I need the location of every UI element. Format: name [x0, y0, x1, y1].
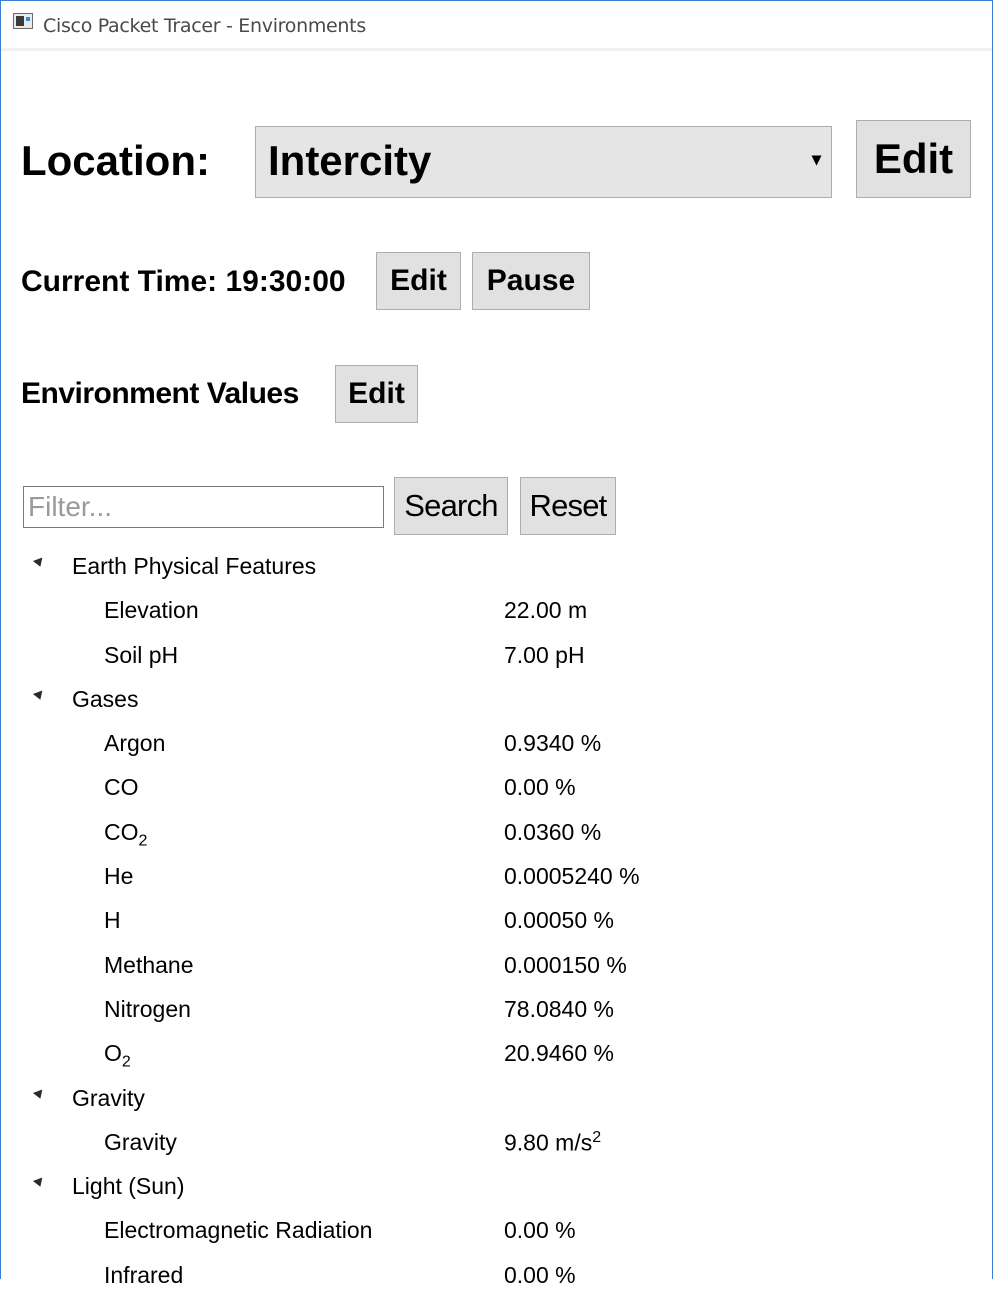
environment-values-label: Environment Values [21, 377, 299, 410]
tree-item-value: 0.00 % [504, 1261, 576, 1288]
tree-item-value: 0.00 % [504, 1217, 576, 1244]
tree-group-label: Earth Physical Features [72, 553, 317, 579]
current-time-label: Current Time: 19:30:00 [21, 265, 346, 298]
tree-group-label: Gravity [72, 1084, 145, 1111]
filter-input[interactable] [23, 486, 384, 528]
tree-item-name: Soil pH [104, 641, 179, 668]
tree-item-row[interactable]: CO 0.00 % [1, 766, 991, 810]
tree-item-row[interactable]: H 0.00050 % [1, 899, 991, 943]
tree-group-row[interactable]: Earth Physical Features [1, 545, 991, 589]
tree-group-label: Gases [72, 685, 139, 712]
location-select[interactable]: Intercity ▾ [255, 126, 832, 198]
app-icon [13, 13, 33, 29]
tree-item-name: Gravity [104, 1128, 177, 1155]
tree-item-name: Infrared [104, 1261, 184, 1288]
tree-item-row[interactable]: CO2 0.0360 % [1, 811, 991, 855]
time-edit-button[interactable]: Edit [376, 252, 461, 310]
tree-item-row[interactable]: Infrared 0.00 % [1, 1254, 991, 1298]
environment-tree: Earth Physical Features Elevation 22.00 m S… [1, 545, 991, 1298]
tree-item-name: CO2 [104, 818, 148, 850]
search-button[interactable]: Search [394, 477, 508, 535]
tree-item-value: 0.0360 % [504, 818, 602, 845]
environments-window: Cisco Packet Tracer - Environments Locat… [0, 0, 993, 1288]
expand-triangle-icon[interactable] [32, 557, 46, 569]
location-selected-value: Intercity [268, 137, 432, 184]
tree-item-row[interactable]: O2 20.9460 % [1, 1032, 991, 1076]
title-bar: Cisco Packet Tracer - Environments [1, 1, 992, 51]
tree-item-value: 7.00 pH [504, 641, 585, 668]
tree-item-name: He [104, 863, 134, 890]
tree-item-row[interactable]: Argon 0.9340 % [1, 722, 991, 766]
tree-item-value: 9.80 m/s2 [504, 1128, 602, 1156]
tree-item-row[interactable]: Electromagnetic Radiation 0.00 % [1, 1209, 991, 1253]
tree-item-row[interactable]: Gravity 9.80 m/s2 [1, 1121, 991, 1165]
expand-triangle-icon[interactable] [32, 1177, 46, 1189]
tree-item-name: CO [104, 774, 139, 801]
tree-item-name: Argon [104, 730, 166, 757]
tree-item-row[interactable]: Methane 0.000150 % [1, 944, 991, 988]
tree-group-row[interactable]: Gravity [1, 1077, 991, 1121]
tree-group-row[interactable]: Gases [1, 678, 991, 722]
tree-item-row[interactable]: He 0.0005240 % [1, 855, 991, 899]
tree-item-row[interactable]: Nitrogen 78.0840 % [1, 988, 991, 1032]
tree-group-label: Light (Sun) [72, 1173, 185, 1200]
tree-item-name: Electromagnetic Radiation [104, 1217, 373, 1244]
tree-item-row[interactable]: Soil pH 7.00 pH [1, 634, 991, 678]
tree-item-value: 78.0840 % [504, 995, 614, 1022]
pause-button[interactable]: Pause [472, 252, 590, 310]
reset-button[interactable]: Reset [520, 477, 616, 535]
tree-item-name: Methane [104, 951, 194, 978]
tree-item-name: Elevation [104, 597, 199, 624]
location-label: Location: [21, 137, 210, 184]
tree-item-value: 20.9460 % [504, 1040, 614, 1067]
tree-item-name: O2 [104, 1040, 131, 1071]
tree-item-value: 0.0005240 % [504, 863, 640, 890]
expand-triangle-icon[interactable] [32, 1089, 46, 1101]
chevron-down-icon: ▾ [811, 149, 821, 169]
tree-item-value: 0.00 % [504, 774, 576, 801]
tree-item-name: H [104, 907, 121, 934]
tree-item-value: 0.9340 % [504, 730, 602, 757]
tree-item-value: 0.000150 % [504, 951, 627, 978]
environment-edit-button[interactable]: Edit [335, 365, 418, 423]
expand-triangle-icon[interactable] [32, 690, 46, 702]
location-edit-button[interactable]: Edit [856, 120, 971, 198]
tree-item-value: 22.00 m [504, 597, 588, 624]
tree-group-row[interactable]: Light (Sun) [1, 1165, 991, 1209]
window-title: Cisco Packet Tracer - Environments [43, 15, 366, 37]
tree-item-name: Nitrogen [104, 995, 191, 1022]
tree-item-row[interactable]: Elevation 22.00 m [1, 589, 991, 633]
tree-item-value: 0.00050 % [504, 907, 614, 934]
